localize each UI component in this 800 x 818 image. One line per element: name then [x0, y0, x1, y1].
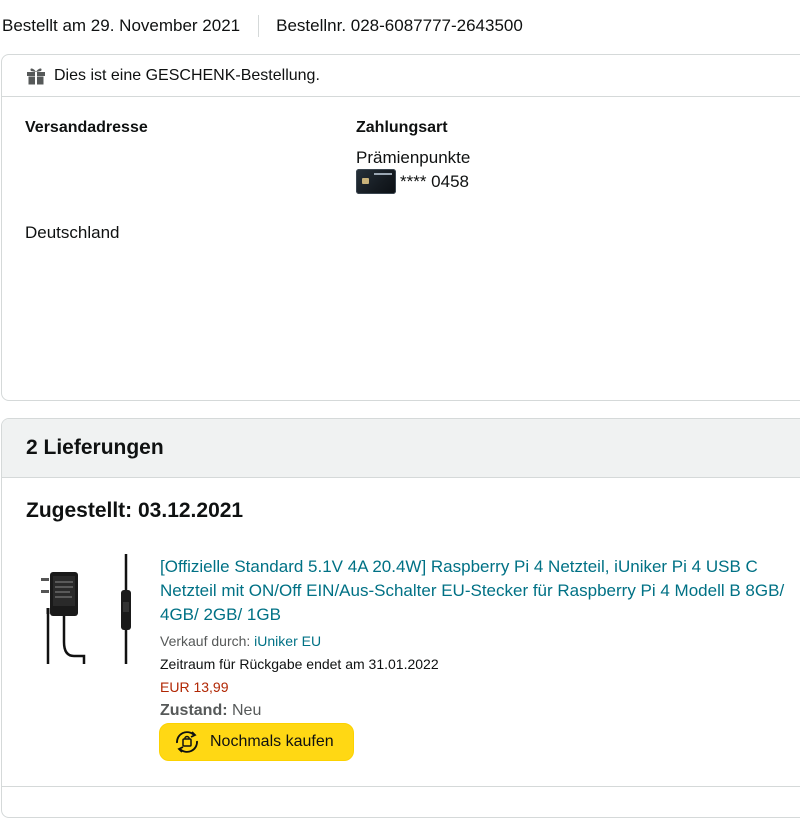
order-date: Bestellt am 29. November 2021	[2, 16, 241, 35]
seller-label: Verkauf durch:	[160, 633, 251, 649]
condition-label: Zustand:	[160, 702, 228, 719]
delivery-status: Zugestellt: 03.12.2021	[26, 499, 244, 522]
condition-value: Neu	[232, 702, 262, 719]
condition-line: Zustand: Neu	[160, 702, 261, 720]
order-header: Bestellt am 29. November 2021 Bestellnr.…	[2, 14, 523, 38]
deliveries-heading: 2 Lieferungen	[2, 419, 800, 478]
card-number: **** 0458	[400, 171, 470, 191]
buy-again-icon	[176, 731, 198, 753]
divider	[2, 786, 800, 787]
order-number: Bestellnr. 028-6087777-2643500	[276, 16, 523, 35]
product-title-link[interactable]: [Offizielle Standard 5.1V 4A 20.4W] Rasp…	[160, 555, 790, 627]
payment-heading: Zahlungsart	[356, 119, 448, 136]
payment-method: Prämienpunkte	[356, 148, 471, 167]
buy-again-label[interactable]: Nochmals kaufen	[210, 733, 334, 751]
gift-notice-text: Dies ist eine GESCHENK-Bestellung.	[54, 66, 320, 84]
buy-again-button[interactable]: Nochmals kaufen	[159, 723, 354, 761]
divider	[258, 15, 260, 37]
shipping-heading: Versandadresse	[25, 119, 148, 136]
gift-notice: Dies ist eine GESCHENK-Bestellung.	[2, 55, 800, 97]
item-price: EUR 13,99	[160, 679, 229, 695]
seller-line: Verkauf durch: iUniker EU	[160, 633, 321, 649]
product-image[interactable]	[40, 552, 132, 668]
shipping-country: Deutschland	[25, 223, 120, 242]
seller-link[interactable]: iUniker EU	[254, 633, 321, 649]
payment-card: **** 0458	[356, 169, 469, 194]
gift-icon	[27, 68, 45, 84]
deliveries-card: 2 Lieferungen Zugestellt: 03.12.2021 [Of…	[1, 418, 800, 818]
return-window: Zeitraum für Rückgabe endet am 31.01.202…	[160, 656, 439, 672]
order-summary-card: Dies ist eine GESCHENK-Bestellung. Versa…	[1, 54, 800, 401]
credit-card-icon	[356, 169, 396, 194]
